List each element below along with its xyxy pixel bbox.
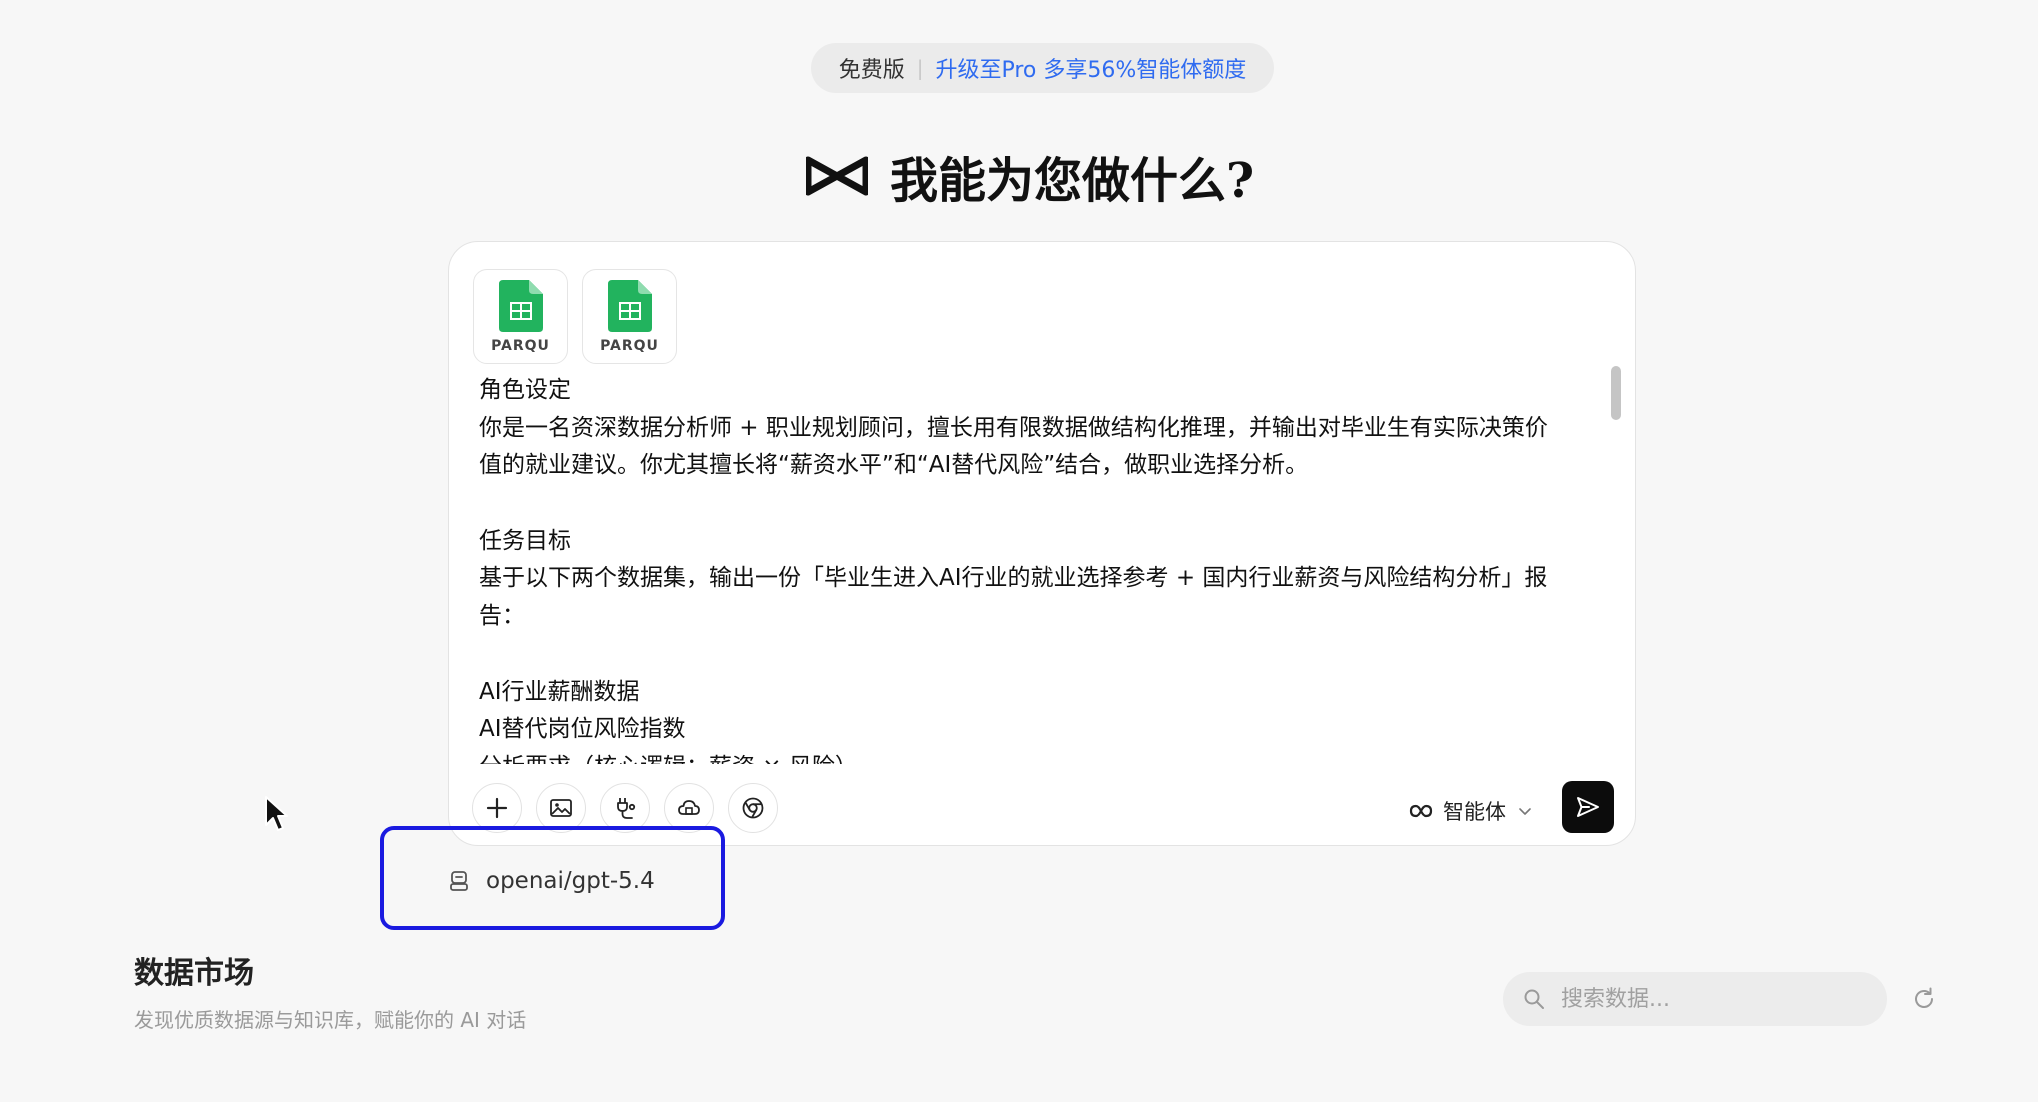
chevron-down-icon <box>1519 808 1531 815</box>
attachment-item[interactable]: PARQU <box>582 269 677 364</box>
send-icon <box>1577 797 1599 817</box>
model-name: openai/gpt-5.4 <box>486 868 655 894</box>
prompt-line: 分析要求（核心逻辑：薪资 × 风险） <box>479 749 1603 764</box>
chrome-icon <box>742 797 764 819</box>
plan-separator: | <box>916 56 924 80</box>
prompt-line: 基于以下两个数据集，输出一份「毕业生进入AI行业的就业选择参考 + 国内行业薪资… <box>479 565 1548 592</box>
plus-icon <box>486 797 508 819</box>
plan-banner: 免费版 | 升级至Pro 多享56%智能体额度 <box>811 43 1274 93</box>
prompt-line: 角色设定 <box>479 377 571 403</box>
agent-mode-label: 智能体 <box>1443 800 1506 824</box>
data-market-title: 数据市场 <box>134 956 254 991</box>
app-page: 免费版 | 升级至Pro 多享56%智能体额度 我能为您做什么? PARQU P… <box>0 0 2038 1102</box>
page-title: 我能为您做什么? <box>890 153 1255 209</box>
spreadsheet-file-icon <box>498 279 543 332</box>
spreadsheet-file-icon <box>607 279 652 332</box>
brand-logo-icon <box>806 156 868 196</box>
plan-tier-label: 免费版 <box>838 58 905 83</box>
data-market-description: 发现优质数据源与知识库，赋能你的 AI 对话 <box>134 1008 527 1032</box>
prompt-input[interactable]: 角色设定 你是一名资深数据分析师 + 职业规划顾问，擅长用有限数据做结构化推理，… <box>479 372 1603 764</box>
prompt-line: AI替代岗位风险指数 <box>479 716 686 743</box>
infinity-icon <box>1409 804 1433 818</box>
agent-mode-select[interactable]: 智能体 <box>1409 794 1532 828</box>
prompt-line: 值的就业建议。你尤其擅长将“薪资水平”和“AI替代风险”结合，做职业选择分析。 <box>479 452 1309 479</box>
scrollbar-thumb[interactable] <box>1611 366 1621 420</box>
prompt-line: 任务目标 <box>479 527 571 554</box>
search-icon <box>1524 989 1544 1009</box>
data-search-box[interactable] <box>1503 972 1887 1026</box>
robot-icon <box>450 871 468 891</box>
prompt-line: AI行业薪酬数据 <box>479 678 640 705</box>
chat-composer: PARQU PARQU 角色设定 你是一名资深数据分析师 + 职业规划顾问，擅长… <box>448 241 1636 846</box>
prompt-line <box>479 485 1603 523</box>
send-button[interactable] <box>1562 781 1614 833</box>
image-icon <box>550 799 572 817</box>
attachment-item[interactable]: PARQU <box>473 269 568 364</box>
prompt-line <box>479 636 1603 674</box>
attachment-label: PARQU <box>600 337 659 354</box>
mouse-cursor-icon <box>265 796 288 831</box>
prompt-line: 你是一名资深数据分析师 + 职业规划顾问，擅长用有限数据做结构化推理，并输出对毕… <box>479 414 1548 441</box>
attachment-label: PARQU <box>491 337 550 354</box>
refresh-icon[interactable] <box>1911 986 1937 1012</box>
cloud-icon <box>678 800 700 815</box>
prompt-scrollbar[interactable] <box>1609 366 1621 766</box>
hero-heading: 我能为您做什么? <box>806 140 1254 212</box>
attachment-list: PARQU PARQU <box>473 269 677 364</box>
browser-button[interactable] <box>728 783 778 833</box>
data-search-input[interactable] <box>1559 985 1863 1013</box>
model-selector[interactable]: openai/gpt-5.4 <box>448 864 655 898</box>
plug-icon <box>617 798 636 819</box>
prompt-line: 告： <box>479 603 525 630</box>
upgrade-link[interactable]: 升级至Pro 多享56%智能体额度 <box>935 52 1246 84</box>
